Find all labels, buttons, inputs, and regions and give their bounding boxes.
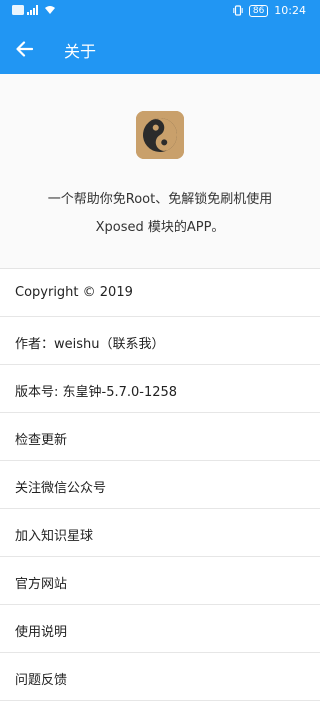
about-header: 一个帮助你免Root、免解锁免刷机使用 Xposed 模块的APP。: [0, 74, 320, 268]
list-item-label: 使用说明: [15, 625, 68, 640]
check-update-item[interactable]: 检查更新: [0, 413, 320, 461]
sim-icon: [12, 5, 24, 15]
list-item-label: 关注微信公众号: [15, 481, 107, 496]
status-right: 86 10:24: [233, 4, 306, 17]
copyright-item: Copyright © 2019: [0, 269, 320, 317]
app-description-line1: 一个帮助你免Root、免解锁免刷机使用: [47, 192, 273, 207]
list-item-label: 官方网站: [15, 577, 68, 592]
vibrate-icon: [233, 5, 243, 16]
follow-wechat-item[interactable]: 关注微信公众号: [0, 461, 320, 509]
status-left-icons: [12, 5, 56, 15]
usage-guide-item[interactable]: 使用说明: [0, 605, 320, 653]
list-item-label: 问题反馈: [15, 673, 68, 688]
yin-yang-icon: [136, 111, 184, 159]
app-bar: 关于: [0, 24, 320, 74]
list-item-label: 作者：weishu（联系我）: [15, 337, 165, 352]
list-item-label: Copyright © 2019: [15, 285, 133, 300]
feedback-item[interactable]: 问题反馈: [0, 653, 320, 701]
list-item-label: 检查更新: [15, 433, 68, 448]
version-item[interactable]: 版本号: 东皇钟-5.7.0-1258: [0, 365, 320, 413]
clock: 10:24: [274, 4, 306, 17]
author-item[interactable]: 作者：weishu（联系我）: [0, 317, 320, 365]
wifi-icon: [45, 6, 55, 14]
arrow-back-icon: [16, 41, 33, 57]
back-button[interactable]: [11, 36, 37, 62]
app-logo: [136, 111, 184, 159]
join-knowledge-planet-item[interactable]: 加入知识星球: [0, 509, 320, 557]
page-title: 关于: [64, 42, 97, 61]
battery-indicator: 86: [248, 4, 269, 17]
signal-icon: [27, 5, 38, 15]
about-list: Copyright © 2019 作者：weishu（联系我） 版本号: 东皇钟…: [0, 269, 320, 701]
status-bar: 86 10:24: [0, 0, 320, 24]
official-website-item[interactable]: 官方网站: [0, 557, 320, 605]
list-item-label: 版本号: 东皇钟-5.7.0-1258: [15, 385, 178, 400]
list-item-label: 加入知识星球: [15, 529, 94, 544]
app-description-line2: Xposed 模块的APP。: [95, 220, 225, 235]
